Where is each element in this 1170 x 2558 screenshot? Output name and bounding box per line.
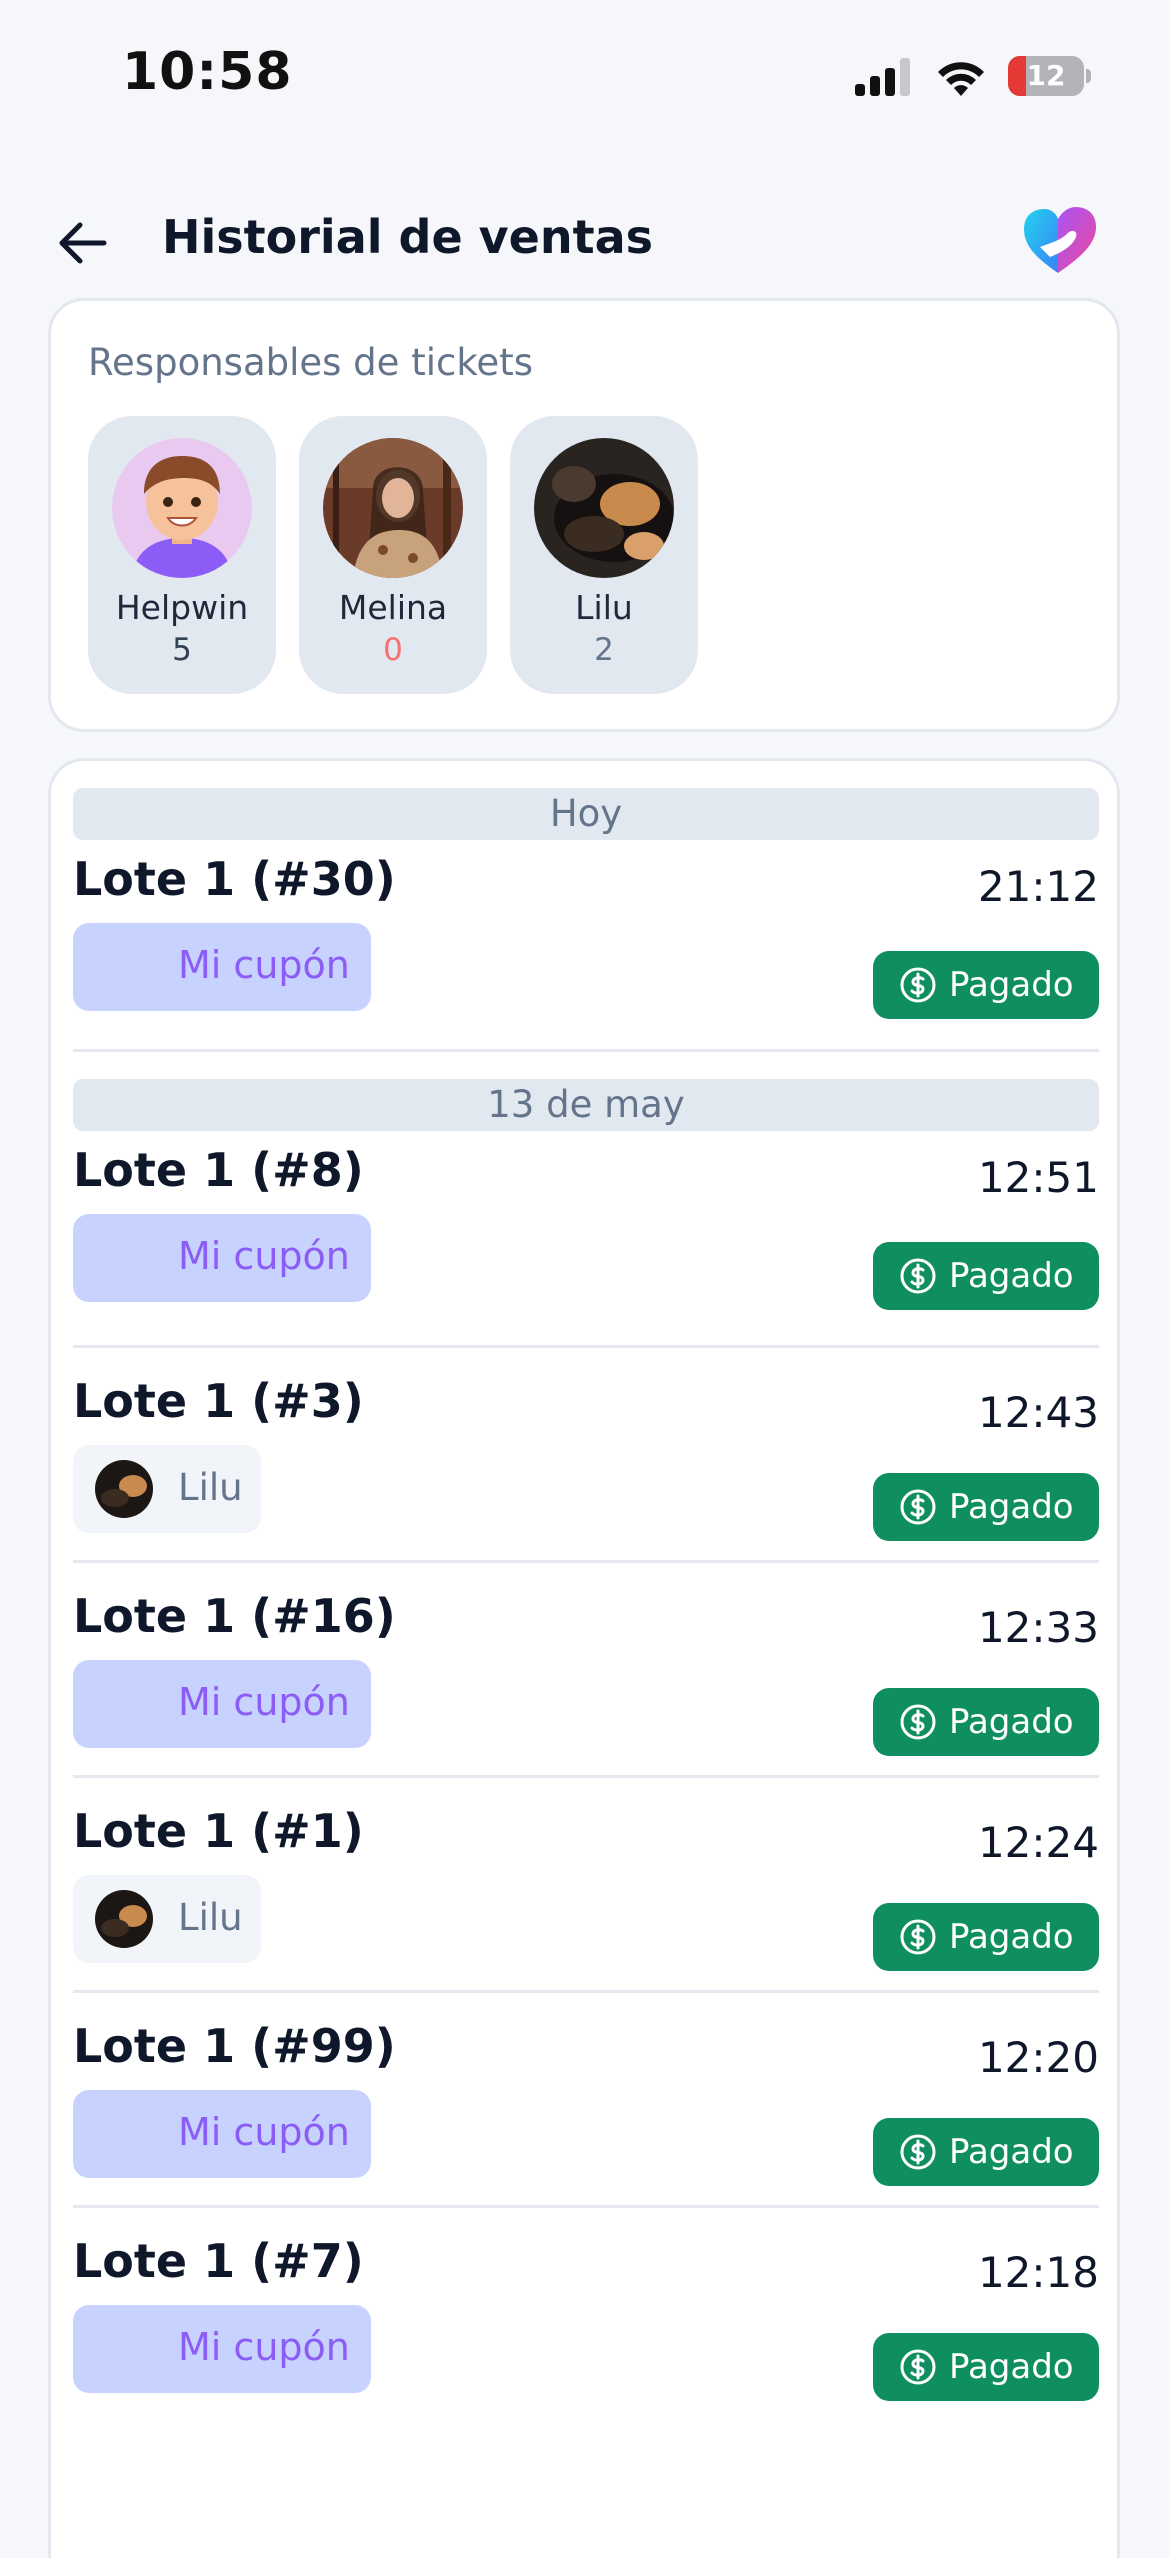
battery-icon: 12 [1008, 56, 1091, 96]
sale-time: 12:51 [977, 1153, 1099, 1202]
sale-title: Lote 1 (#1) [73, 1804, 364, 1858]
status-label: Pagado [949, 1256, 1074, 1296]
coupon-chip[interactable]: Mi cupón [73, 2305, 371, 2393]
coupon-chip[interactable]: Mi cupón [73, 923, 371, 1011]
owner-count: 0 [383, 632, 403, 668]
sale-title: Lote 1 (#16) [73, 1589, 396, 1643]
date-group-header: 13 de may [73, 1079, 1099, 1131]
avatar [534, 438, 674, 578]
sale-time: 12:43 [977, 1388, 1099, 1437]
paid-status-badge[interactable]: Pagado [873, 1903, 1099, 1971]
coupon-label: Mi cupón [178, 1680, 350, 1724]
owner-count: 5 [172, 632, 192, 668]
paid-status-badge[interactable]: Pagado [873, 1473, 1099, 1541]
dollar-circle-icon [900, 1704, 936, 1740]
owner-tile-melina[interactable]: Melina 0 [299, 416, 487, 694]
status-bar: 10:58 12 [0, 0, 1170, 150]
heart-hand-logo-icon [1024, 207, 1096, 273]
sale-row[interactable]: Lote 1 (#8) 12:51 Mi cupón Pagado [73, 1131, 1099, 1310]
dollar-circle-icon [900, 967, 936, 1003]
dollar-circle-icon [900, 2134, 936, 2170]
seller-name: Lilu [178, 1896, 243, 1939]
coupon-chip[interactable]: Mi cupón [73, 2090, 371, 2178]
seller-name: Lilu [178, 1466, 243, 1509]
dollar-circle-icon [900, 2349, 936, 2385]
cellular-signal-icon [855, 58, 915, 96]
seller-chip[interactable]: Lilu [73, 1875, 261, 1963]
owner-tile-lilu[interactable]: Lilu 2 [510, 416, 698, 694]
ticket-owners-title: Responsables de tickets [88, 341, 533, 384]
date-group-header: Hoy [73, 788, 1099, 840]
owner-count: 2 [594, 632, 614, 668]
coupon-chip[interactable]: Mi cupón [73, 1214, 371, 1302]
coupon-chip[interactable]: Mi cupón [73, 1660, 371, 1748]
page-title: Historial de ventas [162, 210, 653, 264]
dollar-circle-icon [900, 1919, 936, 1955]
paid-status-badge[interactable]: Pagado [873, 2333, 1099, 2401]
divider [73, 1049, 1099, 1052]
status-label: Pagado [949, 2132, 1074, 2172]
ticket-owners-card: Responsables de tickets Helpwin 5 Melina… [48, 298, 1120, 732]
sale-row[interactable]: Lote 1 (#7) 12:18 Mi cupón Pagado [73, 2205, 1099, 2423]
owner-tile-helpwin[interactable]: Helpwin 5 [88, 416, 276, 694]
coupon-label: Mi cupón [178, 2110, 350, 2154]
status-label: Pagado [949, 1487, 1074, 1527]
wifi-icon [938, 62, 984, 96]
sale-row[interactable]: Lote 1 (#3) 12:43 Lilu Pagado [73, 1345, 1099, 1563]
app-header: Historial de ventas [0, 195, 1170, 285]
owner-name: Lilu [575, 588, 633, 627]
sale-title: Lote 1 (#99) [73, 2019, 396, 2073]
avatar [95, 1460, 153, 1518]
owner-name: Melina [338, 588, 448, 627]
sale-time: 12:18 [977, 2248, 1099, 2297]
sale-row[interactable]: Lote 1 (#16) 12:33 Mi cupón Pagado [73, 1560, 1099, 1778]
sale-title: Lote 1 (#30) [73, 852, 396, 906]
sale-title: Lote 1 (#7) [73, 2234, 364, 2288]
seller-chip[interactable]: Lilu [73, 1445, 261, 1533]
paid-status-badge[interactable]: Pagado [873, 2118, 1099, 2186]
paid-status-badge[interactable]: Pagado [873, 1242, 1099, 1310]
sale-time: 21:12 [977, 862, 1099, 911]
status-label: Pagado [949, 2347, 1074, 2387]
paid-status-badge[interactable]: Pagado [873, 951, 1099, 1019]
sale-title: Lote 1 (#3) [73, 1374, 364, 1428]
sale-row[interactable]: Lote 1 (#1) 12:24 Lilu Pagado [73, 1775, 1099, 1993]
coupon-label: Mi cupón [178, 2325, 350, 2369]
avatar [323, 438, 463, 578]
sale-time: 12:20 [977, 2033, 1099, 2082]
back-button[interactable] [52, 213, 112, 273]
avatar [112, 438, 252, 578]
coupon-label: Mi cupón [178, 1234, 350, 1278]
sales-history-card: Hoy Lote 1 (#30) 21:12 Mi cupón Pagado 1… [48, 758, 1120, 2558]
sale-row[interactable]: Lote 1 (#30) 21:12 Mi cupón Pagado [73, 840, 1099, 1019]
sale-title: Lote 1 (#8) [73, 1143, 364, 1197]
coupon-label: Mi cupón [178, 943, 350, 987]
sale-time: 12:33 [977, 1603, 1099, 1652]
status-label: Pagado [949, 1917, 1074, 1957]
arrow-left-icon [59, 222, 107, 264]
battery-percent: 12 [1026, 59, 1066, 92]
status-time: 10:58 [122, 42, 293, 102]
status-label: Pagado [949, 1702, 1074, 1742]
avatar [95, 1890, 153, 1948]
dollar-circle-icon [900, 1489, 936, 1525]
owner-name: Helpwin [115, 588, 249, 627]
dollar-circle-icon [900, 1258, 936, 1294]
sale-time: 12:24 [977, 1818, 1099, 1867]
sale-row[interactable]: Lote 1 (#99) 12:20 Mi cupón Pagado [73, 1990, 1099, 2208]
paid-status-badge[interactable]: Pagado [873, 1688, 1099, 1756]
status-label: Pagado [949, 965, 1074, 1005]
